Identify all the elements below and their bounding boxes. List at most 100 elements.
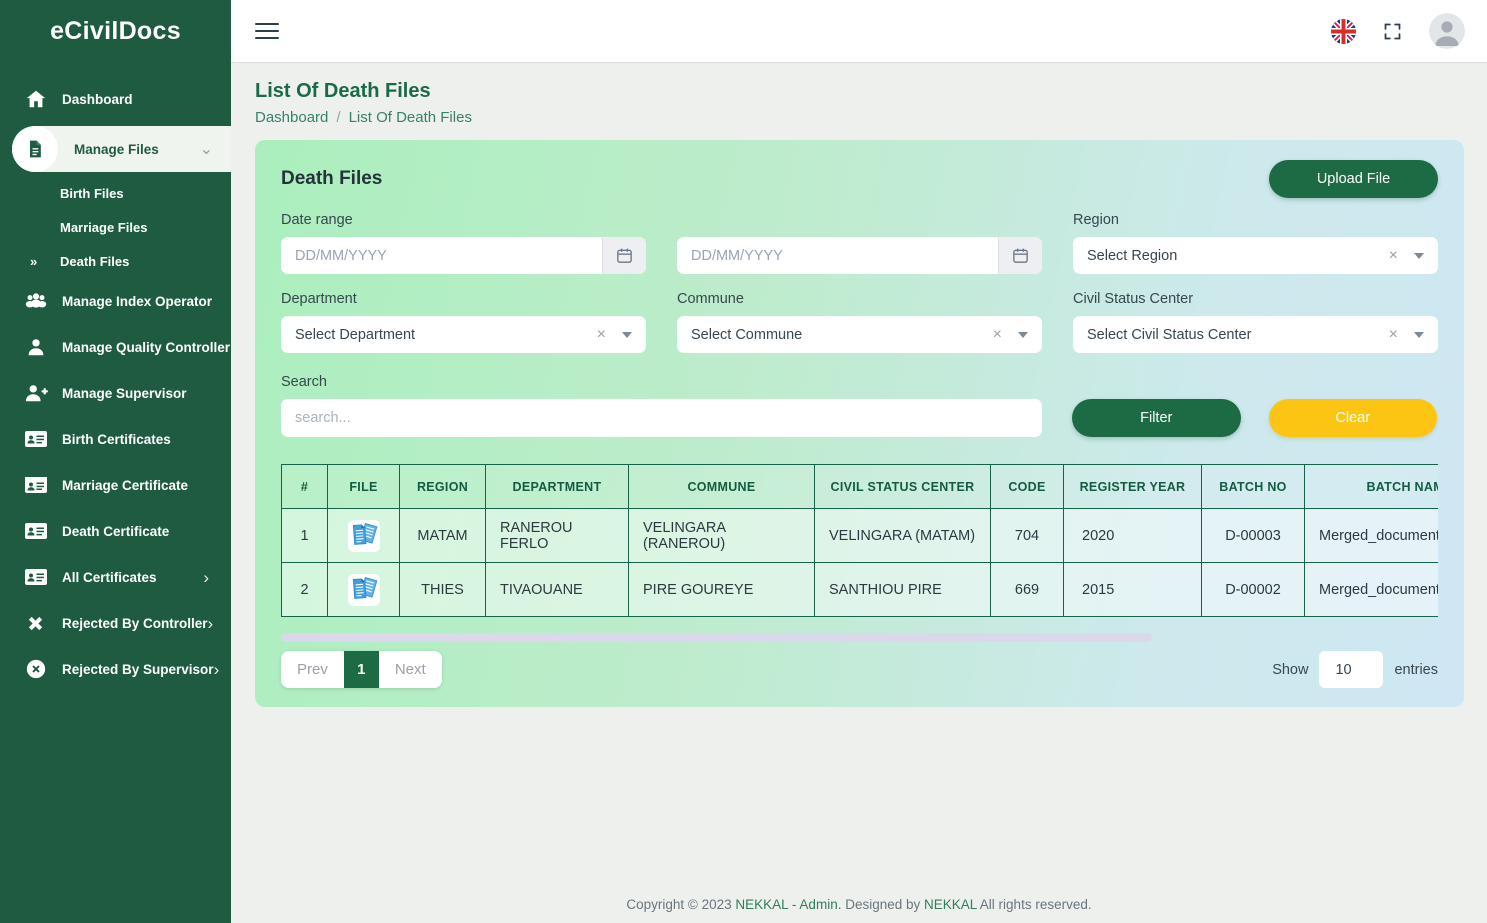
sidebar-item-death-certificate[interactable]: Death Certificate bbox=[0, 508, 231, 554]
table-header-row: # FILE REGION DEPARTMENT COMMUNE CIVIL S… bbox=[282, 465, 1439, 509]
chevron-down-icon: ⌄ bbox=[200, 139, 213, 159]
app-logo: eCivilDocs bbox=[0, 0, 231, 62]
breadcrumb: Dashboard / List Of Death Files bbox=[255, 109, 1487, 126]
clear-selection-icon[interactable]: × bbox=[993, 326, 1002, 344]
department-select[interactable]: Select Department × bbox=[281, 316, 646, 353]
page-title: List Of Death Files bbox=[255, 80, 1487, 103]
select-caret-icon[interactable] bbox=[622, 332, 632, 338]
chevron-right-icon: › bbox=[208, 615, 214, 632]
horizontal-scrollbar bbox=[281, 633, 1438, 642]
select-caret-icon[interactable] bbox=[1414, 253, 1424, 259]
user-plus-icon bbox=[22, 382, 49, 404]
double-chevron-icon: » bbox=[30, 254, 37, 269]
sidebar-item-marriage-certificate[interactable]: Marriage Certificate bbox=[0, 462, 231, 508]
prev-page-button[interactable]: Prev bbox=[281, 651, 344, 688]
select-caret-icon[interactable] bbox=[1414, 332, 1424, 338]
col-header-file: FILE bbox=[328, 465, 400, 509]
commune-label: Commune bbox=[677, 291, 1042, 307]
breadcrumb-current: List Of Death Files bbox=[349, 109, 472, 126]
user-avatar[interactable] bbox=[1429, 13, 1465, 49]
col-header-civil-status-center: CIVIL STATUS CENTER bbox=[815, 465, 991, 509]
sidebar-item-manage-quality-controller[interactable]: Manage Quality Controller bbox=[0, 324, 231, 370]
date-from-field bbox=[281, 237, 646, 274]
death-files-table: # FILE REGION DEPARTMENT COMMUNE CIVIL S… bbox=[281, 464, 1438, 617]
region-label: Region bbox=[1073, 212, 1438, 228]
sidebar-item-birth-certificates[interactable]: Birth Certificates bbox=[0, 416, 231, 462]
sidebar-nav: Dashboard Manage Files ⌄ Birth Files Mar… bbox=[0, 62, 231, 692]
sidebar-item-manage-index-operator[interactable]: Manage Index Operator bbox=[0, 278, 231, 324]
col-header-register-year: REGISTER YEAR bbox=[1064, 465, 1202, 509]
sidebar-item-marriage-files[interactable]: Marriage Files bbox=[0, 210, 231, 244]
sidebar-item-manage-files[interactable]: Manage Files ⌄ bbox=[12, 126, 231, 172]
footer-admin-link[interactable]: NEKKAL - Admin. bbox=[735, 897, 841, 912]
sidebar-item-rejected-by-controller[interactable]: Rejected By Controller › bbox=[0, 600, 231, 646]
civil-status-center-label: Civil Status Center bbox=[1073, 291, 1438, 307]
entries-label: entries bbox=[1394, 662, 1438, 678]
home-icon bbox=[22, 88, 49, 110]
col-header-code: CODE bbox=[991, 465, 1064, 509]
user-icon bbox=[22, 336, 49, 358]
id-card-icon bbox=[22, 474, 49, 496]
topbar bbox=[231, 0, 1487, 62]
sidebar-item-rejected-by-supervisor[interactable]: Rejected By Supervisor › bbox=[0, 646, 231, 692]
id-card-icon bbox=[22, 566, 49, 588]
date-range-label: Date range bbox=[281, 212, 646, 228]
file-icon bbox=[12, 126, 58, 172]
death-files-panel: Death Files Upload File Date range bbox=[255, 140, 1464, 707]
upload-file-button[interactable]: Upload File bbox=[1269, 160, 1438, 198]
filter-button[interactable]: Filter bbox=[1072, 399, 1241, 437]
clear-selection-icon[interactable]: × bbox=[1389, 247, 1398, 265]
search-input[interactable] bbox=[281, 399, 1042, 437]
col-header-num: # bbox=[282, 465, 328, 509]
col-header-region: REGION bbox=[400, 465, 486, 509]
sidebar-item-dashboard[interactable]: Dashboard bbox=[0, 76, 231, 122]
panel-title: Death Files bbox=[281, 168, 382, 190]
menu-toggle-button[interactable] bbox=[255, 18, 279, 43]
table-row: 2 THIES TIVAOUANE PIRE GOUREYE SANTHIOU … bbox=[282, 563, 1439, 617]
region-select[interactable]: Select Region × bbox=[1073, 237, 1438, 274]
select-caret-icon[interactable] bbox=[1018, 332, 1028, 338]
breadcrumb-dashboard-link[interactable]: Dashboard bbox=[255, 109, 328, 126]
col-header-commune: COMMUNE bbox=[629, 465, 815, 509]
show-label: Show bbox=[1272, 662, 1308, 678]
entries-per-page-input[interactable] bbox=[1319, 651, 1383, 688]
breadcrumb-separator: / bbox=[336, 109, 340, 126]
sidebar-item-all-certificates[interactable]: All Certificates › bbox=[0, 554, 231, 600]
clear-selection-icon[interactable]: × bbox=[1389, 326, 1398, 344]
sidebar-item-birth-files[interactable]: Birth Files bbox=[0, 176, 231, 210]
documents-icon[interactable] bbox=[336, 519, 391, 553]
civil-status-center-select[interactable]: Select Civil Status Center × bbox=[1073, 316, 1438, 353]
users-icon bbox=[22, 290, 49, 312]
date-to-input[interactable] bbox=[677, 237, 998, 274]
language-flag-icon[interactable] bbox=[1331, 19, 1356, 44]
table-row: 1 MATAM RANEROU FERLO VELINGARA (RANEROU… bbox=[282, 509, 1439, 563]
chevron-right-icon: › bbox=[203, 569, 209, 586]
x-circle-icon bbox=[22, 658, 49, 680]
search-label: Search bbox=[281, 374, 1042, 390]
sidebar-item-death-files[interactable]: » Death Files bbox=[0, 244, 231, 278]
commune-select[interactable]: Select Commune × bbox=[677, 316, 1042, 353]
scrollbar-thumb[interactable] bbox=[281, 633, 1152, 642]
col-header-batch-name: BATCH NAME bbox=[1305, 465, 1439, 509]
calendar-icon[interactable] bbox=[602, 237, 646, 274]
department-label: Department bbox=[281, 291, 646, 307]
fullscreen-icon[interactable] bbox=[1382, 21, 1403, 42]
pagination: Prev 1 Next bbox=[281, 651, 442, 688]
sidebar-item-manage-supervisor[interactable]: Manage Supervisor bbox=[0, 370, 231, 416]
clear-selection-icon[interactable]: × bbox=[597, 326, 606, 344]
chevron-right-icon: › bbox=[214, 661, 220, 678]
documents-icon[interactable] bbox=[336, 573, 391, 607]
calendar-icon[interactable] bbox=[998, 237, 1042, 274]
id-card-icon bbox=[22, 428, 49, 450]
clear-button[interactable]: Clear bbox=[1269, 399, 1438, 437]
x-icon bbox=[22, 614, 49, 633]
current-page-button[interactable]: 1 bbox=[344, 651, 379, 688]
main-content: List Of Death Files Dashboard / List Of … bbox=[231, 62, 1487, 923]
col-header-batch-no: BATCH NO bbox=[1202, 465, 1305, 509]
date-from-input[interactable] bbox=[281, 237, 602, 274]
footer-nekkal-link[interactable]: NEKKAL bbox=[924, 897, 977, 912]
date-to-field bbox=[677, 237, 1042, 274]
next-page-button[interactable]: Next bbox=[379, 651, 442, 688]
footer: Copyright © 2023 NEKKAL - Admin. Designe… bbox=[231, 897, 1487, 912]
id-card-icon bbox=[22, 520, 49, 542]
